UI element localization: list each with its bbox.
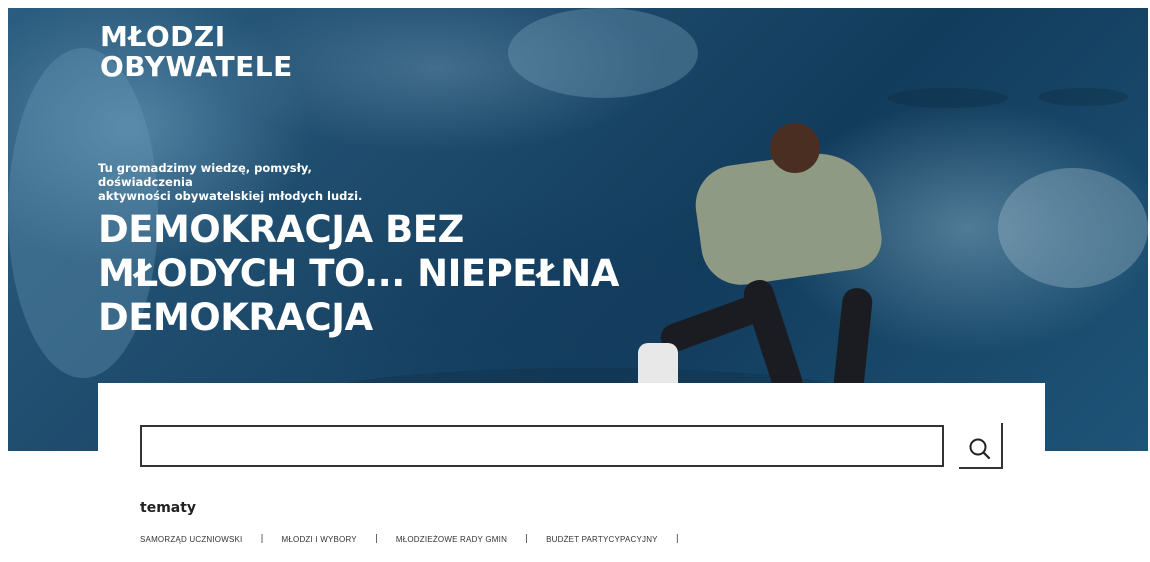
logo-line: MŁODZI [100, 20, 226, 53]
hero-headline: DEMOKRACJA BEZ MŁODYCH TO... NIEPEŁNA DE… [98, 208, 658, 340]
topic-list: SAMORZĄD UCZNIOWSKI | MŁODZI I WYBORY | … [140, 534, 697, 544]
topic-separator: | [525, 534, 529, 544]
mural-fish [888, 88, 1008, 108]
hero-tagline: Tu gromadzimy wiedzę, pomysły, doświadcz… [98, 161, 388, 203]
headline-line: MŁODYCH TO... NIEPEŁNA [98, 252, 619, 295]
topic-link-mlodziezowe-rady-gmin[interactable]: MŁODZIEŻOWE RADY GMIN [396, 535, 507, 544]
logo-line: OBYWATELE [100, 50, 293, 83]
search-icon [969, 438, 991, 460]
running-person-image [638, 118, 898, 400]
topic-separator: | [260, 534, 264, 544]
mural-fish [1038, 88, 1128, 106]
topics-title: tematy [140, 500, 197, 516]
search-panel [98, 383, 1045, 493]
topic-item: MŁODZIEŻOWE RADY GMIN | [396, 534, 546, 544]
topic-separator: | [374, 534, 378, 544]
topic-item: SAMORZĄD UCZNIOWSKI | [140, 534, 282, 544]
site-logo[interactable]: MŁODZI OBYWATELE [100, 22, 293, 82]
search-button[interactable] [959, 423, 1003, 469]
topic-separator: | [675, 534, 679, 544]
topic-item: BUDŻET PARTYCYPACYJNY | [546, 534, 697, 544]
topic-link-mlodzi-i-wybory[interactable]: MŁODZI I WYBORY [282, 535, 357, 544]
search-input[interactable] [140, 425, 944, 467]
tagline-line: Tu gromadzimy wiedzę, pomysły, doświadcz… [98, 161, 312, 189]
runner-head [770, 123, 820, 173]
topics-section: tematy SAMORZĄD UCZNIOWSKI | MŁODZI I WY… [140, 500, 697, 544]
mural-boat [998, 168, 1148, 288]
topic-link-samorzad-uczniowski[interactable]: SAMORZĄD UCZNIOWSKI [140, 535, 242, 544]
topic-item: MŁODZI I WYBORY | [282, 534, 396, 544]
topic-link-budzet-partycypacyjny[interactable]: BUDŻET PARTYCYPACYJNY [546, 535, 658, 544]
headline-line: DEMOKRACJA BEZ [98, 208, 464, 251]
mural-figure [508, 8, 698, 98]
runner-leg [740, 276, 806, 400]
headline-line: DEMOKRACJA [98, 296, 373, 339]
tagline-line: aktywności obywatelskiej młodych ludzi. [98, 189, 363, 203]
